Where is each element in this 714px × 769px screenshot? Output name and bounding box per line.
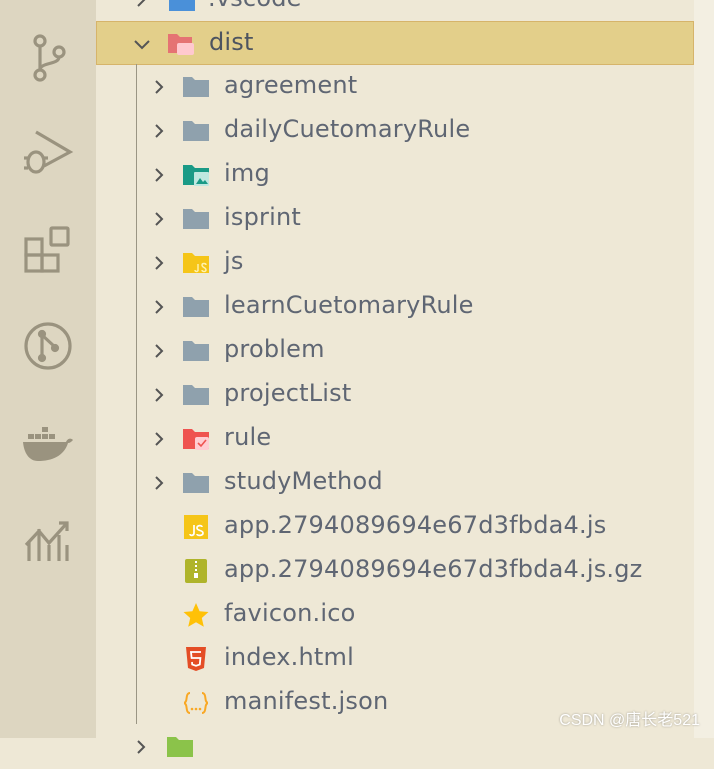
tree-row-folder[interactable]: projectList: [96, 373, 694, 417]
tree-row-folder[interactable]: problem: [96, 329, 694, 373]
tree-row-file[interactable]: favicon.ico: [96, 593, 694, 637]
favicon-star-icon: [183, 603, 209, 627]
tree-row-folder[interactable]: agreement: [96, 65, 694, 109]
folder-rule-icon: [183, 429, 209, 450]
tree-row-label: app.2794089694e67d3fbda4.js.gz: [224, 555, 643, 583]
watermark-text: CSDN @唐长老521: [559, 712, 700, 729]
folder-js-icon: [183, 253, 209, 273]
chevron-right-icon: [155, 388, 164, 402]
folder-icon: [183, 297, 209, 317]
explorer-tree: .vscode dist agreement dailyCuetomaryRul…: [96, 0, 694, 757]
tree-row-label: app.2794089694e67d3fbda4.js: [224, 511, 607, 539]
tree-row-folder[interactable]: studyMethod: [96, 461, 694, 505]
folder-icon: [183, 385, 209, 405]
tree-row-folder[interactable]: isprint: [96, 197, 694, 241]
folder-images-icon: [183, 165, 209, 186]
tree-row-file[interactable]: app.2794089694e67d3fbda4.js: [96, 505, 694, 549]
tree-row-folder[interactable]: js: [96, 241, 694, 285]
tree-row-partial[interactable]: [96, 725, 694, 769]
chevron-right-icon: [155, 256, 164, 270]
extensions-icon[interactable]: [22, 224, 74, 276]
tree-row-label: manifest.json: [224, 687, 389, 715]
folder-open-dist-icon: [168, 34, 194, 55]
json-file-icon: [183, 692, 209, 714]
git-graph-icon[interactable]: [22, 320, 74, 372]
chevron-right-icon: [155, 300, 164, 314]
tree-row-label: favicon.ico: [224, 599, 356, 627]
tree-row-folder[interactable]: learnCuetomaryRule: [96, 285, 694, 329]
archive-file-icon: [185, 559, 207, 583]
vscode-folder-icon: [169, 0, 195, 11]
tree-row-file[interactable]: app.2794089694e67d3fbda4.js.gz: [96, 549, 694, 593]
tree-row-label: learnCuetomaryRule: [224, 291, 474, 319]
tree-row-label: js: [224, 247, 244, 275]
docker-icon[interactable]: [22, 418, 74, 470]
chevron-right-icon: [137, 0, 146, 7]
tree-row-label: problem: [224, 335, 325, 363]
chevron-right-icon: [155, 212, 164, 226]
tree-row-folder[interactable]: img: [96, 153, 694, 197]
chevron-right-icon: [137, 740, 146, 754]
folder-icon: [183, 121, 209, 141]
tree-row-file[interactable]: index.html: [96, 637, 694, 681]
folder-icon: [183, 209, 209, 229]
analytics-icon[interactable]: [22, 514, 74, 566]
tree-row-label: agreement: [224, 71, 358, 99]
folder-icon: [183, 341, 209, 361]
chevron-right-icon: [155, 124, 164, 138]
chevron-right-icon: [155, 168, 164, 182]
tree-row-label: dailyCuetomaryRule: [224, 115, 471, 143]
chevron-down-icon: [134, 40, 150, 50]
tree-row-dist[interactable]: dist: [96, 21, 694, 65]
tree-row-label: isprint: [224, 203, 301, 231]
scrollbar-track[interactable]: [694, 0, 714, 738]
tree-row-label: index.html: [224, 643, 354, 671]
run-debug-icon[interactable]: [22, 126, 74, 178]
tree-row-label: img: [224, 159, 270, 187]
tree-row-folder[interactable]: dailyCuetomaryRule: [96, 109, 694, 153]
tree-row-label: projectList: [224, 379, 352, 407]
chevron-right-icon: [155, 476, 164, 490]
tree-row-label: studyMethod: [224, 467, 383, 495]
chevron-right-icon: [155, 80, 164, 94]
folder-icon: [183, 77, 209, 97]
javascript-file-icon: [184, 515, 208, 539]
source-control-icon[interactable]: [22, 32, 74, 84]
tree-row-label: dist: [209, 28, 254, 56]
tree-row-label: .vscode: [208, 0, 302, 12]
chevron-right-icon: [155, 344, 164, 358]
activity-bar: [0, 0, 96, 738]
chevron-right-icon: [155, 432, 164, 446]
tree-row-vscode[interactable]: .vscode: [96, 0, 694, 22]
folder-icon: [183, 473, 209, 493]
tree-row-label: rule: [224, 423, 272, 451]
tree-row-folder[interactable]: rule: [96, 417, 694, 461]
html5-file-icon: [186, 647, 206, 671]
